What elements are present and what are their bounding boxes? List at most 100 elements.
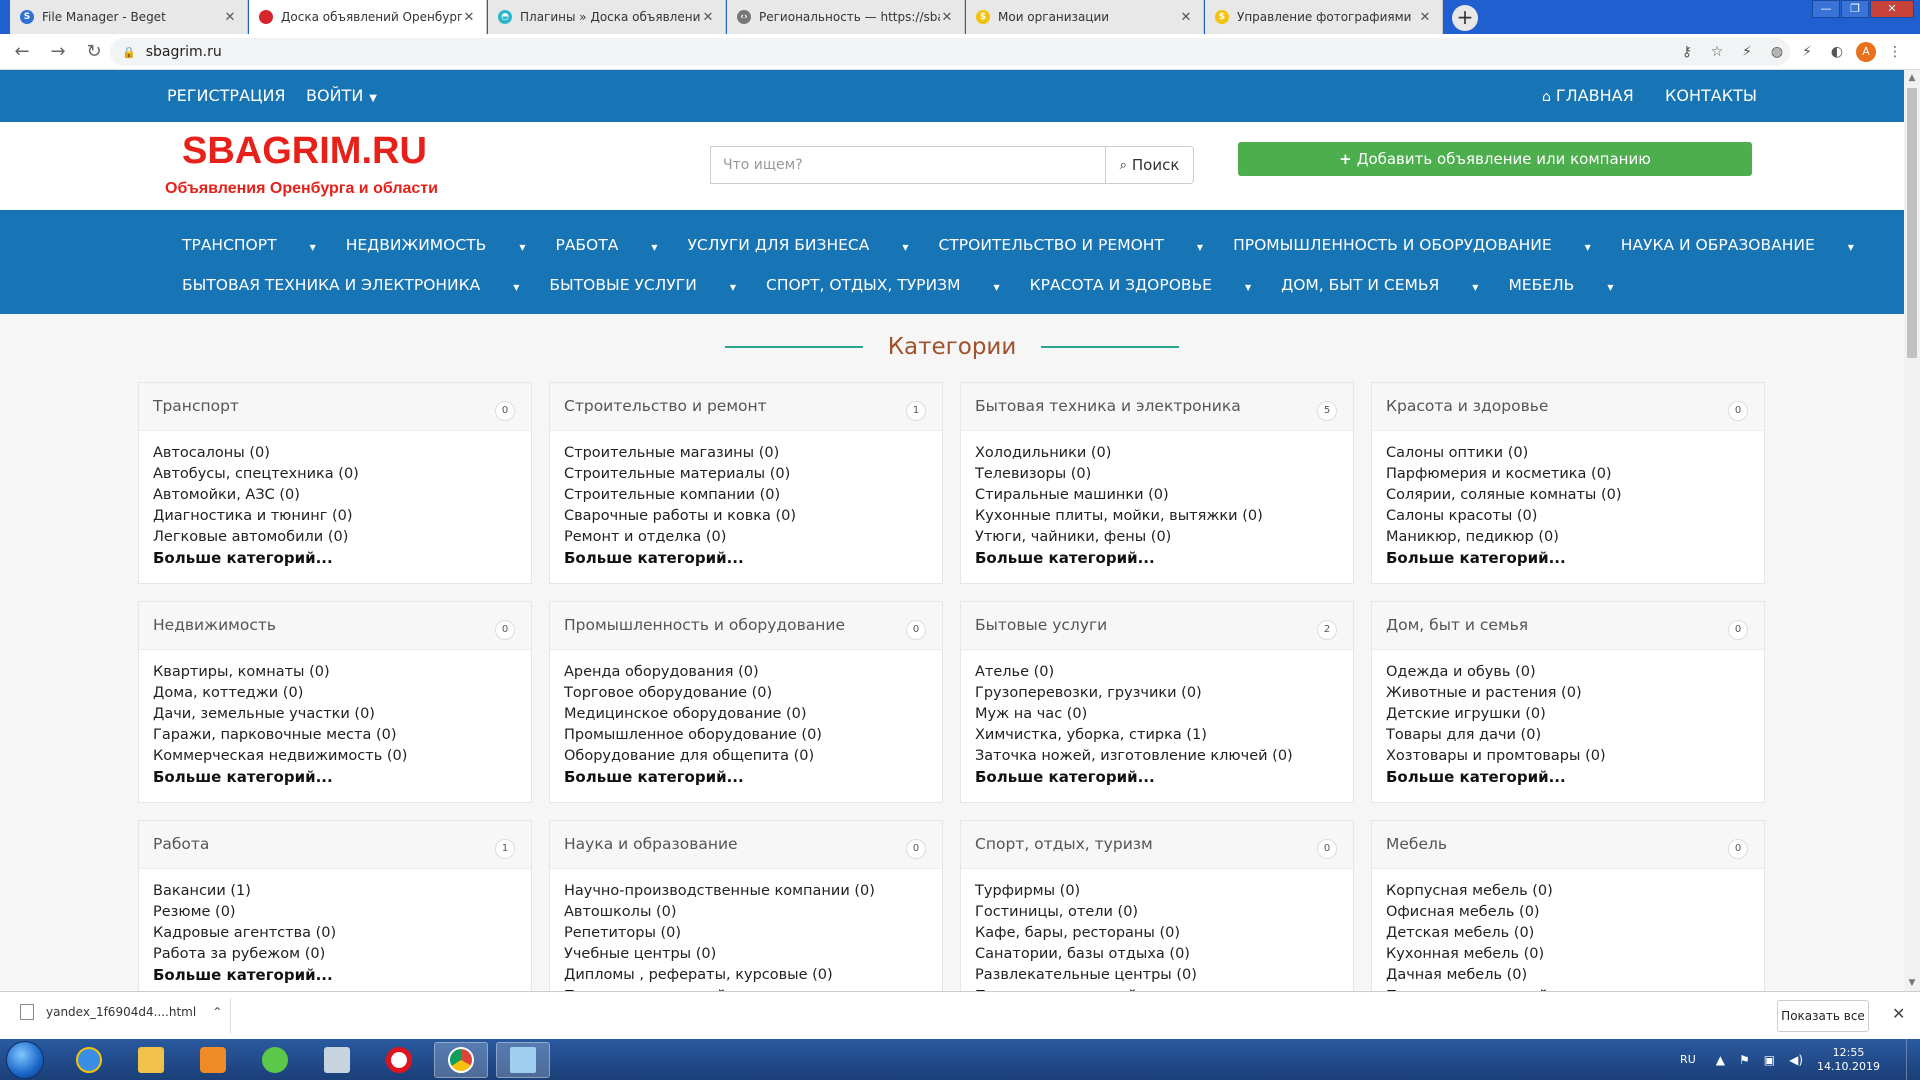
subcategory-link[interactable]: Оборудование для общепита (0)	[564, 746, 928, 767]
page-scrollbar[interactable]: ▲ ▼	[1904, 70, 1920, 991]
subcategory-link[interactable]: Кадровые агентства (0)	[153, 923, 517, 944]
subcategory-link[interactable]: Химчистка, уборка, стирка (1)	[975, 725, 1339, 746]
add-listing-button[interactable]: + Добавить объявление или компанию	[1238, 142, 1752, 176]
subcategory-link[interactable]: Легковые автомобили (0)	[153, 527, 517, 548]
more-categories-link[interactable]: Больше категорий...	[139, 548, 531, 569]
subcategory-link[interactable]: Животные и растения (0)	[1386, 683, 1750, 704]
subcategory-link[interactable]: Развлекательные центры (0)	[975, 965, 1339, 986]
subcategory-link[interactable]: Кухонные плиты, мойки, вытяжки (0)	[975, 506, 1339, 527]
subcategory-link[interactable]: Медицинское оборудование (0)	[564, 704, 928, 725]
chevron-up-icon[interactable]: ⌃	[212, 1005, 222, 1019]
browser-tab[interactable]: $ Управление фотографиями ✕	[1205, 0, 1443, 34]
tab-close-icon[interactable]: ✕	[1418, 10, 1432, 25]
subcategory-link[interactable]: Диагностика и тюнинг (0)	[153, 506, 517, 527]
subcategory-link[interactable]: Дачная мебель (0)	[1386, 965, 1750, 986]
category-nav-item[interactable]: СПОРТ, ОТДЫХ, ТУРИЗМ ▼	[766, 276, 1000, 294]
subcategory-link[interactable]: Вакансии (1)	[153, 881, 517, 902]
browser-tab[interactable]: S File Manager - Beget ✕	[10, 0, 248, 34]
subcategory-link[interactable]: Муж на час (0)	[975, 704, 1339, 725]
tab-close-icon[interactable]: ✕	[1179, 10, 1193, 25]
subcategory-link[interactable]: Торговое оборудование (0)	[564, 683, 928, 704]
subcategory-link[interactable]: Строительные магазины (0)	[564, 443, 928, 464]
language-indicator[interactable]: RU	[1680, 1053, 1696, 1066]
close-window-icon[interactable]: ✕	[1870, 0, 1914, 18]
menu-kebab-icon[interactable]: ⋮	[1884, 42, 1906, 62]
subcategory-link[interactable]: Работа за рубежом (0)	[153, 944, 517, 965]
subcategory-link[interactable]: Дачи, земельные участки (0)	[153, 704, 517, 725]
minimize-icon[interactable]: —	[1812, 0, 1840, 18]
notepad-taskbar-icon[interactable]	[496, 1042, 550, 1078]
subcategory-link[interactable]: Дипломы , рефераты, курсовые (0)	[564, 965, 928, 986]
reload-icon[interactable]: ↻	[80, 41, 108, 62]
subcategory-link[interactable]: Научно-производственные компании (0)	[564, 881, 928, 902]
subcategory-link[interactable]: Детская мебель (0)	[1386, 923, 1750, 944]
more-categories-link[interactable]: Больше категорий...	[961, 548, 1353, 569]
subcategory-link[interactable]: Гаражи, парковочные места (0)	[153, 725, 517, 746]
maximize-icon[interactable]: ❐	[1841, 0, 1869, 18]
category-nav-item[interactable]: КРАСОТА И ЗДОРОВЬЕ ▼	[1030, 276, 1252, 294]
card-title[interactable]: Красота и здоровье	[1386, 397, 1548, 415]
category-nav-item[interactable]: УСЛУГИ ДЛЯ БИЗНЕСА ▼	[687, 236, 908, 254]
subcategory-link[interactable]: Корпусная мебель (0)	[1386, 881, 1750, 902]
category-nav-item[interactable]: БЫТОВАЯ ТЕХНИКА И ЭЛЕКТРОНИКА ▼	[182, 276, 519, 294]
chrome-taskbar-icon[interactable]	[434, 1042, 488, 1078]
category-nav-item[interactable]: БЫТОВЫЕ УСЛУГИ ▼	[549, 276, 736, 294]
subcategory-link[interactable]: Аренда оборудования (0)	[564, 662, 928, 683]
category-nav-item[interactable]: ДОМ, БЫТ И СЕМЬЯ ▼	[1281, 276, 1478, 294]
subcategory-link[interactable]: Детские игрушки (0)	[1386, 704, 1750, 725]
subcategory-link[interactable]: Репетиторы (0)	[564, 923, 928, 944]
tab-close-icon[interactable]: ✕	[940, 10, 954, 25]
subcategory-link[interactable]: Резюме (0)	[153, 902, 517, 923]
media-player-icon[interactable]	[186, 1042, 240, 1078]
subcategory-link[interactable]: Грузоперевозки, грузчики (0)	[975, 683, 1339, 704]
subcategory-link[interactable]: Одежда и обувь (0)	[1386, 662, 1750, 683]
back-icon[interactable]: ←	[8, 41, 36, 62]
browser-tab[interactable]: ‹› Региональность — https://sbagr ✕	[727, 0, 965, 34]
flag-icon[interactable]: ⚑	[1739, 1053, 1750, 1067]
more-categories-link[interactable]: Больше категорий...	[1372, 548, 1764, 569]
category-nav-item[interactable]: ТРАНСПОРТ ▼	[182, 236, 316, 254]
star-icon[interactable]: ☆	[1706, 42, 1728, 62]
card-title[interactable]: Транспорт	[153, 397, 239, 415]
subcategory-link[interactable]: Заточка ножей, изготовление ключей (0)	[975, 746, 1339, 767]
search-input[interactable]	[710, 146, 1106, 184]
card-title[interactable]: Наука и образование	[564, 835, 738, 853]
subcategory-link[interactable]: Турфирмы (0)	[975, 881, 1339, 902]
subcategory-link[interactable]: Санатории, базы отдыха (0)	[975, 944, 1339, 965]
category-nav-item[interactable]: ПРОМЫШЛЕННОСТЬ И ОБОРУДОВАНИЕ ▼	[1233, 236, 1591, 254]
category-nav-item[interactable]: СТРОИТЕЛЬСТВО И РЕМОНТ ▼	[939, 236, 1204, 254]
category-nav-item[interactable]: МЕБЕЛЬ ▼	[1508, 276, 1613, 294]
subcategory-link[interactable]: Салоны красоты (0)	[1386, 506, 1750, 527]
browser-tab[interactable]: ◓ Плагины » Доска объявлений О✕	[488, 0, 726, 34]
login-link[interactable]: ВОЙТИ ▼	[306, 70, 377, 122]
tab-close-icon[interactable]: ✕	[462, 10, 476, 25]
scroll-up-icon[interactable]: ▲	[1904, 70, 1920, 86]
subcategory-link[interactable]: Автосалоны (0)	[153, 443, 517, 464]
subcategory-link[interactable]: Парфюмерия и косметика (0)	[1386, 464, 1750, 485]
icq-icon[interactable]	[248, 1042, 302, 1078]
card-title[interactable]: Бытовые услуги	[975, 616, 1107, 634]
card-title[interactable]: Спорт, отдых, туризм	[975, 835, 1153, 853]
subcategory-link[interactable]: Стиральные машинки (0)	[975, 485, 1339, 506]
more-categories-link[interactable]: Больше категорий...	[550, 767, 942, 788]
subcategory-link[interactable]: Автошколы (0)	[564, 902, 928, 923]
explorer-folder-icon[interactable]	[124, 1042, 178, 1078]
card-title[interactable]: Строительство и ремонт	[564, 397, 767, 415]
tab-close-icon[interactable]: ✕	[223, 10, 237, 25]
scrollbar-thumb[interactable]	[1907, 88, 1917, 358]
category-nav-item[interactable]: РАБОТА ▼	[555, 236, 657, 254]
more-categories-link[interactable]: Больше категорий...	[961, 767, 1353, 788]
subcategory-link[interactable]: Дома, коттеджи (0)	[153, 683, 517, 704]
card-title[interactable]: Дом, быт и семья	[1386, 616, 1528, 634]
more-categories-link[interactable]: Больше категорий...	[139, 965, 531, 986]
card-title[interactable]: Недвижимость	[153, 616, 276, 634]
tab-close-icon[interactable]: ✕	[701, 10, 715, 25]
subcategory-link[interactable]: Холодильники (0)	[975, 443, 1339, 464]
start-button[interactable]	[6, 1041, 44, 1079]
subcategory-link[interactable]: Утюги, чайники, фены (0)	[975, 527, 1339, 548]
register-link[interactable]: РЕГИСТРАЦИЯ	[167, 70, 286, 122]
subcategory-link[interactable]: Квартиры, комнаты (0)	[153, 662, 517, 683]
category-nav-item[interactable]: НАУКА И ОБРАЗОВАНИЕ ▼	[1621, 236, 1854, 254]
card-title[interactable]: Промышленность и оборудование	[564, 616, 845, 634]
subcategory-link[interactable]: Учебные центры (0)	[564, 944, 928, 965]
